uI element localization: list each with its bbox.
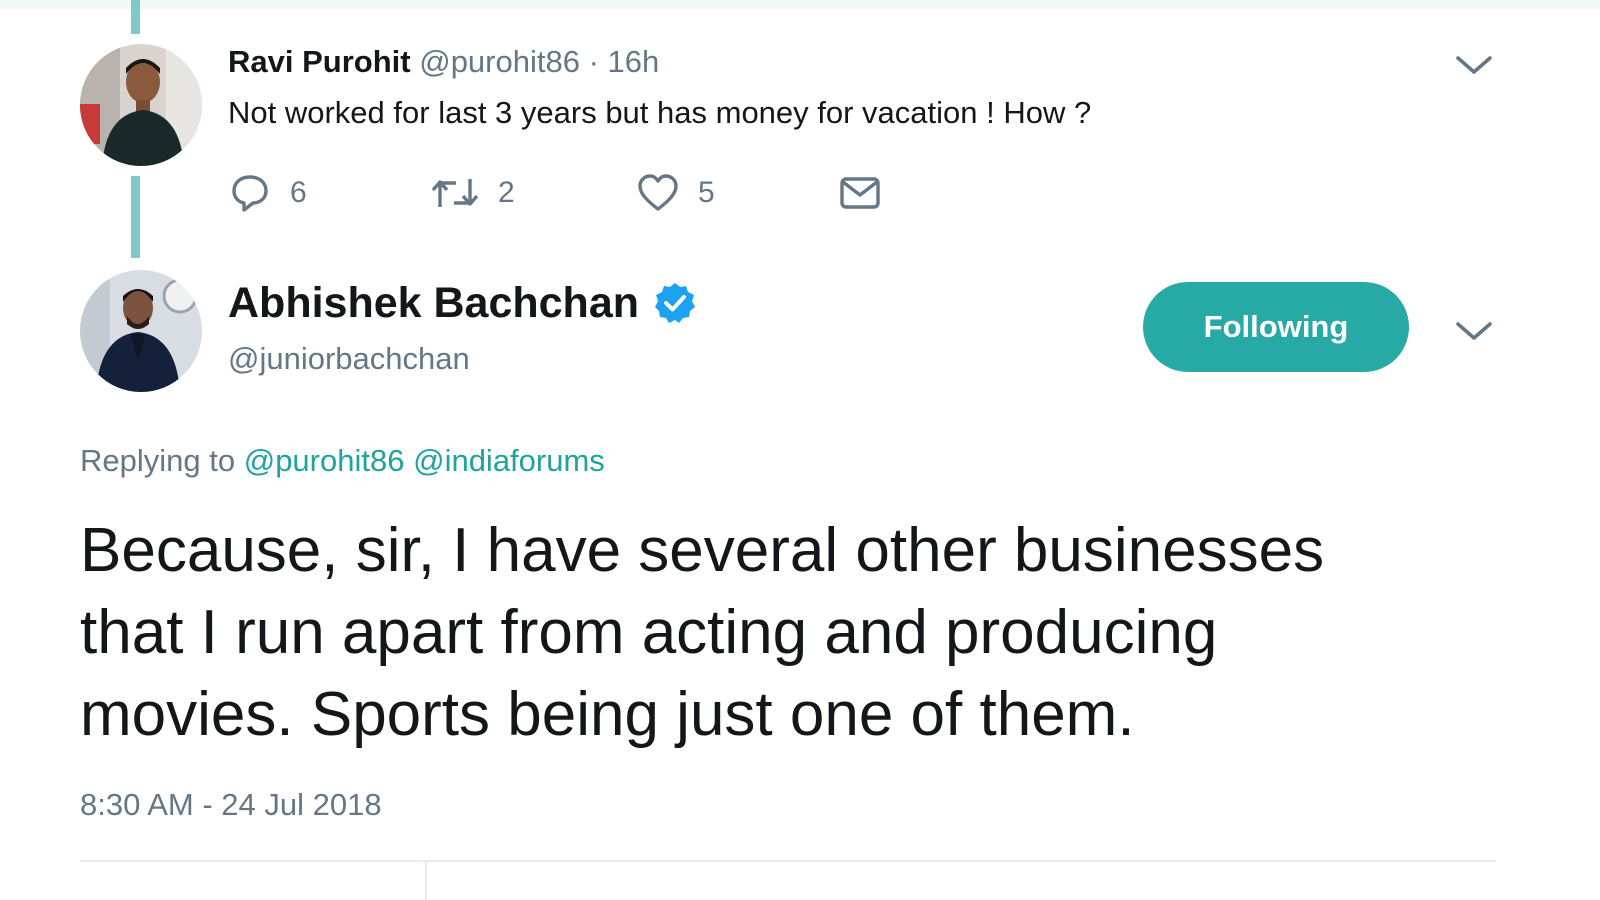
- retweet-icon: [431, 179, 479, 207]
- envelope-icon: [840, 177, 880, 209]
- reply-button[interactable]: 6: [228, 170, 307, 216]
- header-separator: ·: [588, 44, 599, 79]
- replying-to-label: Replying to: [80, 443, 236, 478]
- top-strip: [0, 0, 1600, 10]
- thread-connector-line: [131, 0, 140, 34]
- divider: [425, 862, 427, 900]
- heart-icon: [638, 174, 678, 211]
- tweet-text-line: Because, sir, I have several other busin…: [80, 516, 1325, 585]
- direct-message-button[interactable]: [838, 170, 882, 216]
- tweet-time[interactable]: 16h: [608, 44, 660, 79]
- retweet-button[interactable]: 2: [430, 170, 515, 216]
- chevron-down-icon[interactable]: [1452, 50, 1496, 80]
- reply-count: 6: [290, 176, 307, 209]
- author-handle[interactable]: @purohit86: [419, 44, 580, 79]
- mention-link[interactable]: @purohit86: [244, 443, 405, 478]
- author-name[interactable]: Abhishek Bachchan: [228, 278, 639, 328]
- following-button[interactable]: Following: [1143, 282, 1409, 372]
- tweet-thread-view: Ravi Purohit @purohit86 · 16h Not worked…: [0, 0, 1600, 900]
- tweet-text-line: that I run apart from acting and produci…: [80, 598, 1218, 667]
- tweet-timestamp[interactable]: 8:30 AM - 24 Jul 2018: [80, 786, 382, 824]
- reply-icon: [232, 175, 268, 212]
- author-handle[interactable]: @juniorbachchan: [228, 340, 470, 378]
- retweet-count: 2: [498, 176, 515, 209]
- like-count: 5: [698, 176, 715, 209]
- thread-connector-line: [131, 176, 140, 258]
- tweet-text-line: movies. Sports being just one of them.: [80, 680, 1135, 749]
- author-name[interactable]: Ravi Purohit: [228, 44, 411, 79]
- chevron-down-icon[interactable]: [1452, 316, 1496, 346]
- reply-author-row: Abhishek Bachchan: [228, 278, 697, 328]
- like-button[interactable]: 5: [636, 170, 715, 216]
- parent-tweet-text: Not worked for last 3 years but has mone…: [228, 95, 1092, 130]
- mention-link[interactable]: @indiaforums: [413, 443, 605, 478]
- reply-tweet-text: Because, sir, I have several other busin…: [80, 510, 1520, 756]
- parent-tweet-header: Ravi Purohit @purohit86 · 16h: [228, 44, 659, 80]
- divider: [80, 860, 1496, 862]
- replying-to-line: Replying to @purohit86 @indiaforums: [80, 442, 605, 480]
- verified-badge-icon: [655, 283, 695, 323]
- avatar-abhishek-bachchan[interactable]: [80, 270, 202, 392]
- avatar-ravi-purohit[interactable]: [80, 44, 202, 166]
